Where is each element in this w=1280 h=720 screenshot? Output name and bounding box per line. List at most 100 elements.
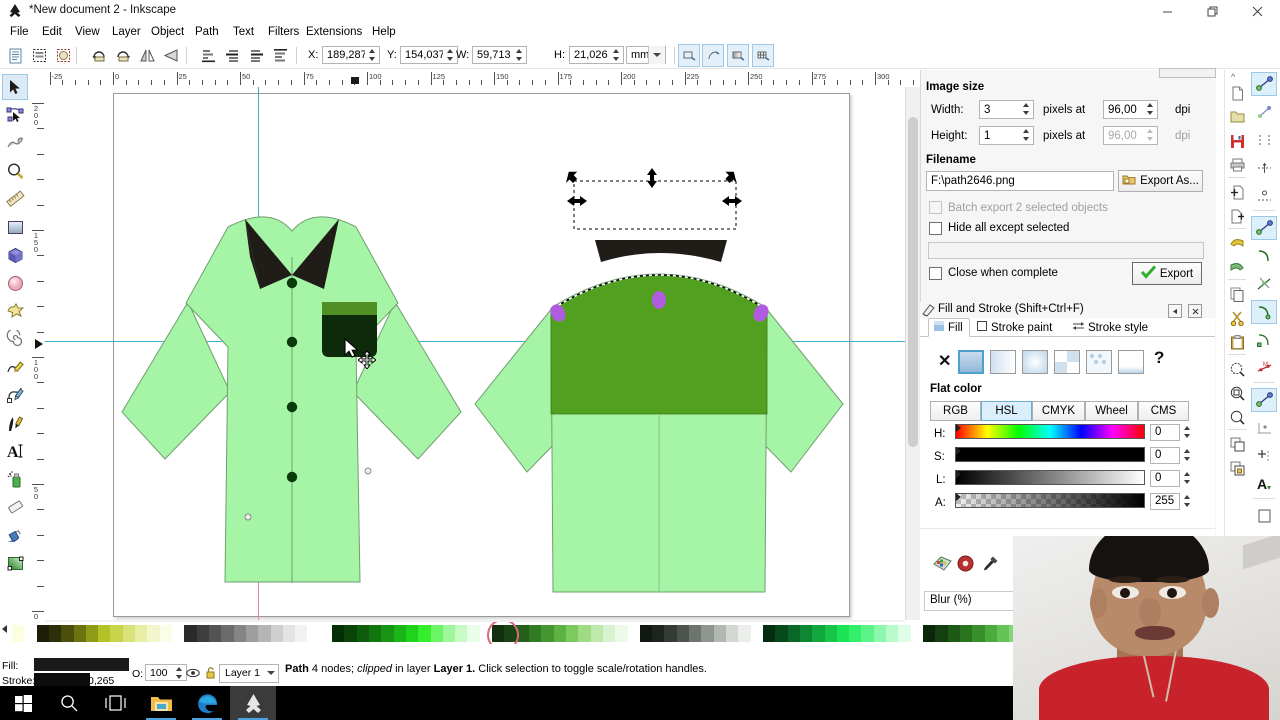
snap-text-icon[interactable]: A [1251, 472, 1277, 496]
export-width-dpi-spinner[interactable] [1145, 102, 1156, 116]
spiral-tool[interactable] [2, 326, 28, 352]
palette-swatch[interactable] [61, 625, 75, 642]
radial-gradient-icon[interactable] [1022, 350, 1048, 374]
palette-swatch[interactable] [886, 625, 900, 642]
palette-swatch[interactable] [799, 625, 813, 642]
vertical-ruler[interactable]: 200 150 100 50 0 [30, 87, 46, 620]
close-button[interactable] [1235, 0, 1280, 22]
palette-swatch[interactable] [947, 625, 961, 642]
close-x-icon[interactable] [1188, 304, 1202, 318]
eraser-tool[interactable] [2, 494, 28, 520]
minimize-button[interactable] [1145, 0, 1190, 22]
palette-swatch[interactable] [381, 625, 395, 642]
zoom-tool[interactable] [2, 158, 28, 184]
palette-swatch[interactable] [344, 625, 358, 642]
snap-bbox-icon[interactable] [1251, 100, 1277, 124]
snap-midpoint-icon[interactable]: M [1251, 356, 1277, 380]
x-field[interactable] [322, 46, 380, 64]
chevron-down-icon[interactable] [263, 664, 278, 683]
search-icon[interactable] [46, 686, 92, 720]
snap-center-icon[interactable] [1251, 416, 1277, 440]
lightness-value[interactable]: 0 [1150, 470, 1180, 487]
saturation-spinner[interactable] [1182, 448, 1193, 462]
palette-swatch[interactable] [787, 625, 801, 642]
pencil-tool[interactable] [2, 354, 28, 380]
palette-swatch[interactable] [775, 625, 789, 642]
menu-path[interactable]: Path [189, 24, 225, 40]
x-icon[interactable]: ✕ [938, 351, 951, 371]
tab-stroke-paint[interactable]: Stroke paint [972, 318, 1065, 337]
palette-swatch[interactable] [762, 625, 776, 642]
palette-swatch[interactable] [578, 625, 592, 642]
palette-swatch[interactable] [467, 625, 481, 642]
palette-swatch[interactable] [307, 625, 321, 642]
duplicate-icon[interactable] [1226, 433, 1248, 455]
lower-selection-icon[interactable] [221, 44, 244, 67]
saturation-slider[interactable] [955, 447, 1145, 462]
eyedropper-icon[interactable] [982, 555, 999, 575]
palette-swatch[interactable] [98, 625, 112, 642]
y-field[interactable] [400, 46, 458, 64]
snap-page-icon[interactable] [1251, 504, 1277, 528]
palette-swatch[interactable] [405, 625, 419, 642]
color-mode-hsl[interactable]: HSL [981, 401, 1032, 421]
palette-swatch[interactable] [750, 625, 764, 642]
export-button[interactable]: Export [1132, 262, 1202, 285]
ellipse-tool[interactable] [2, 270, 28, 296]
swatch-icon[interactable] [1086, 350, 1112, 374]
palette-swatch[interactable] [233, 625, 247, 642]
inkscape-taskbar-icon[interactable] [230, 686, 276, 720]
chevron-down-icon[interactable] [648, 46, 665, 64]
palette-swatch[interactable] [984, 625, 998, 642]
file-explorer-icon[interactable] [138, 686, 184, 720]
palette-swatch[interactable] [147, 625, 161, 642]
import-icon[interactable] [1226, 181, 1248, 203]
h-spinner[interactable] [611, 48, 622, 62]
snap-master-icon[interactable] [1251, 72, 1277, 96]
x-spinner[interactable] [367, 48, 378, 62]
edge-browser-icon[interactable] [184, 686, 230, 720]
palette-swatch[interactable] [935, 625, 949, 642]
palette-swatch[interactable] [590, 625, 604, 642]
snap-intersection-icon[interactable] [1251, 272, 1277, 296]
palette-swatch[interactable] [615, 625, 629, 642]
unit-select[interactable]: mm [626, 46, 666, 64]
menu-extensions[interactable]: Extensions [300, 24, 368, 40]
rotate-90-ccw-icon[interactable] [88, 44, 111, 67]
menu-file[interactable]: File [4, 24, 35, 40]
palette-swatch[interactable] [332, 625, 346, 642]
palette-swatch[interactable] [836, 625, 850, 642]
rectangle-tool[interactable] [2, 214, 28, 240]
palette-swatch[interactable] [553, 625, 567, 642]
palette-swatch[interactable] [898, 625, 912, 642]
palette-swatch[interactable] [184, 625, 198, 642]
palette-swatch[interactable] [676, 625, 690, 642]
palette-swatch[interactable] [861, 625, 875, 642]
new-file-icon[interactable] [1226, 82, 1248, 104]
start-button[interactable] [0, 686, 46, 720]
calligraphy-tool[interactable] [2, 410, 28, 436]
color-palette-icon[interactable] [933, 555, 952, 575]
gradient-tool[interactable] [2, 550, 28, 576]
palette-swatch[interactable] [319, 625, 333, 642]
palette-swatch[interactable] [701, 625, 715, 642]
scale-stroke-icon[interactable] [678, 44, 700, 67]
stroke-color-swatch[interactable] [34, 673, 90, 686]
lightness-slider[interactable] [955, 470, 1145, 485]
lower-to-bottom-icon[interactable] [197, 44, 220, 67]
flat-swatch-icon[interactable] [958, 350, 984, 374]
menu-layer[interactable]: Layer [106, 24, 147, 40]
tweak-tool[interactable] [2, 130, 28, 156]
bezier-tool[interactable] [2, 382, 28, 408]
selection-bbox[interactable] [560, 167, 750, 262]
snap-bbox-edge-icon[interactable] [1251, 128, 1277, 152]
palette-swatch[interactable] [639, 625, 653, 642]
snap-cusp-icon[interactable] [1251, 300, 1277, 324]
palette-swatch[interactable] [36, 625, 50, 642]
palette-swatch[interactable] [996, 625, 1010, 642]
palette-swatch[interactable] [110, 625, 124, 642]
swatch-target-icon[interactable] [957, 555, 974, 575]
snap-bbox-corner-icon[interactable] [1251, 156, 1277, 180]
eye-icon[interactable] [186, 667, 200, 682]
chevron-up-icon[interactable]: ^ [1231, 72, 1235, 82]
